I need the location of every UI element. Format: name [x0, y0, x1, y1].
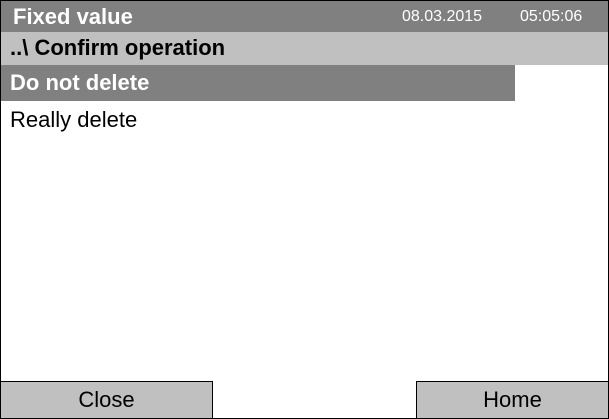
time-display: 05:05:06: [520, 8, 583, 25]
date-display: 08.03.2015: [402, 8, 483, 25]
breadcrumb-label: ..\ Confirm operation: [10, 35, 226, 60]
option-do-not-delete[interactable]: Do not delete: [1, 65, 515, 102]
option-list: Do not delete Really delete: [1, 65, 608, 140]
controller-display: Fixed value 08.03.2015 05:05:06 ..\ Conf…: [0, 0, 609, 419]
option-label: Do not delete: [10, 70, 150, 95]
close-button[interactable]: Close: [1, 381, 213, 418]
home-button[interactable]: Home: [416, 381, 608, 418]
option-really-delete[interactable]: Really delete: [1, 102, 608, 140]
screen-title: Fixed value: [13, 4, 133, 29]
breadcrumb: ..\ Confirm operation: [1, 32, 608, 65]
title-bar: Fixed value 08.03.2015 05:05:06: [1, 1, 608, 33]
option-label: Really delete: [10, 107, 138, 132]
